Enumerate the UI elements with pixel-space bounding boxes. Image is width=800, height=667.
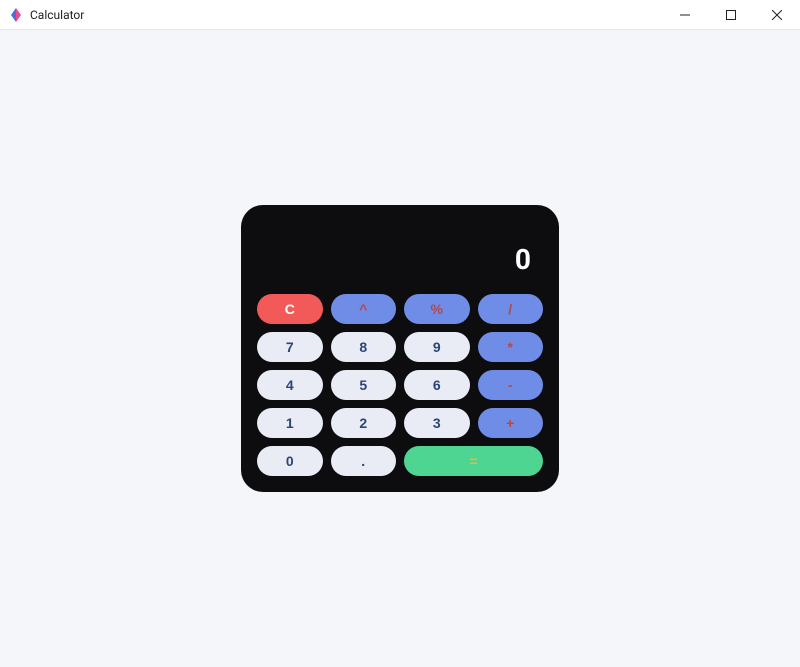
keypad: C ^ % / 7 8 9 * 4 5 6 - 1 2 3 + 0 . = <box>257 294 543 476</box>
maximize-button[interactable] <box>708 0 754 30</box>
calculator: 0 C ^ % / 7 8 9 * 4 5 6 - 1 2 3 + 0 . <box>241 205 559 492</box>
six-button[interactable]: 6 <box>404 370 470 400</box>
divide-button[interactable]: / <box>478 294 544 324</box>
minimize-icon <box>680 10 690 20</box>
four-button[interactable]: 4 <box>257 370 323 400</box>
three-button[interactable]: 3 <box>404 408 470 438</box>
minimize-button[interactable] <box>662 0 708 30</box>
one-button[interactable]: 1 <box>257 408 323 438</box>
plus-button[interactable]: + <box>478 408 544 438</box>
close-icon <box>772 10 782 20</box>
seven-button[interactable]: 7 <box>257 332 323 362</box>
titlebar-left: Calculator <box>8 7 84 23</box>
window-controls <box>662 0 800 30</box>
power-button[interactable]: ^ <box>331 294 397 324</box>
minus-button[interactable]: - <box>478 370 544 400</box>
maximize-icon <box>726 10 736 20</box>
two-button[interactable]: 2 <box>331 408 397 438</box>
five-button[interactable]: 5 <box>331 370 397 400</box>
calculator-display: 0 <box>257 221 543 294</box>
decimal-button[interactable]: . <box>331 446 397 476</box>
app-icon <box>8 7 24 23</box>
app-window: Calculator 0 C ^ % / 7 8 9 <box>0 0 800 667</box>
titlebar: Calculator <box>0 0 800 30</box>
close-button[interactable] <box>754 0 800 30</box>
multiply-button[interactable]: * <box>478 332 544 362</box>
clear-button[interactable]: C <box>257 294 323 324</box>
zero-button[interactable]: 0 <box>257 446 323 476</box>
nine-button[interactable]: 9 <box>404 332 470 362</box>
eight-button[interactable]: 8 <box>331 332 397 362</box>
percent-button[interactable]: % <box>404 294 470 324</box>
window-title: Calculator <box>30 8 84 22</box>
equals-button[interactable]: = <box>404 446 543 476</box>
content-area: 0 C ^ % / 7 8 9 * 4 5 6 - 1 2 3 + 0 . <box>0 30 800 667</box>
